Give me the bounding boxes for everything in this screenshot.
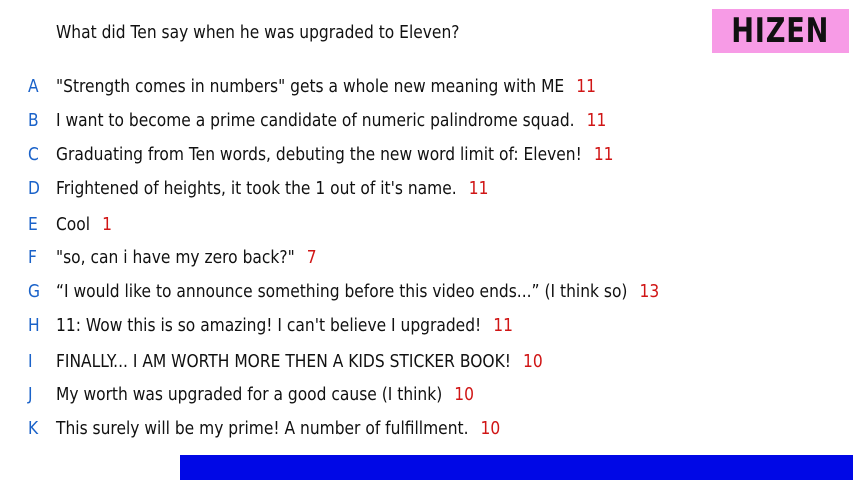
answer-text: This surely will be my prime! A number o… [56, 418, 469, 439]
answer-row-c: C Graduating from Ten words, debuting th… [0, 144, 853, 170]
word-count: 11 [493, 315, 513, 336]
word-count: 11 [593, 144, 614, 165]
answer-letter: B [28, 110, 39, 131]
word-count: 10 [480, 418, 501, 439]
answer-row-i: I FINALLY... I AM WORTH MORE THEN A KIDS… [0, 351, 853, 377]
answer-row-d: D Frightened of heights, it took the 1 o… [0, 178, 853, 204]
answer-letter: D [28, 178, 40, 199]
answer-row-a: A "Strength comes in numbers" gets a who… [0, 76, 853, 102]
answer-text: “I would like to announce something befo… [56, 281, 628, 302]
word-count: 13 [639, 281, 660, 302]
channel-logo: HIZEN [712, 9, 849, 53]
word-count: 11 [576, 76, 596, 97]
word-count: 7 [306, 247, 317, 268]
answer-text: Graduating from Ten words, debuting the … [56, 144, 582, 165]
answer-text: 11: Wow this is so amazing! I can't beli… [56, 315, 482, 336]
word-count: 10 [454, 384, 474, 405]
answer-row-k: K This surely will be my prime! A number… [0, 418, 853, 444]
answer-letter: H [28, 315, 40, 336]
word-count: 11 [468, 178, 489, 199]
answer-row-h: H 11: Wow this is so amazing! I can't be… [0, 315, 853, 341]
answer-text: Cool [56, 214, 91, 235]
answer-letter: E [28, 214, 38, 235]
answer-text: Frightened of heights, it took the 1 out… [56, 178, 457, 199]
answer-row-j: J My worth was upgraded for a good cause… [0, 384, 853, 410]
answer-text: "so, can i have my zero back?" [56, 247, 295, 268]
answer-text: FINALLY... I AM WORTH MORE THEN A KIDS S… [56, 351, 511, 372]
answer-row-e: E Cool 1 [0, 214, 853, 240]
answer-letter: J [28, 384, 33, 405]
word-count: 11 [586, 110, 607, 131]
question-title: What did Ten say when he was upgraded to… [56, 22, 460, 43]
answer-row-f: F "so, can i have my zero back?" 7 [0, 247, 853, 273]
bottom-banner-bar [180, 455, 853, 480]
answer-row-b: B I want to become a prime candidate of … [0, 110, 853, 136]
answer-letter: I [28, 351, 33, 372]
answer-letter: C [28, 144, 39, 165]
answer-row-g: G “I would like to announce something be… [0, 281, 853, 307]
answer-letter: G [28, 281, 40, 302]
answer-letter: A [28, 76, 39, 97]
answer-text: I want to become a prime candidate of nu… [56, 110, 575, 131]
word-count: 1 [102, 214, 112, 235]
answer-letter: F [28, 247, 37, 268]
answer-letter: K [28, 418, 39, 439]
word-count: 10 [522, 351, 543, 372]
logo-text: HIZEN [731, 11, 830, 51]
answer-text: My worth was upgraded for a good cause (… [56, 384, 443, 405]
answer-text: "Strength comes in numbers" gets a whole… [56, 76, 565, 97]
